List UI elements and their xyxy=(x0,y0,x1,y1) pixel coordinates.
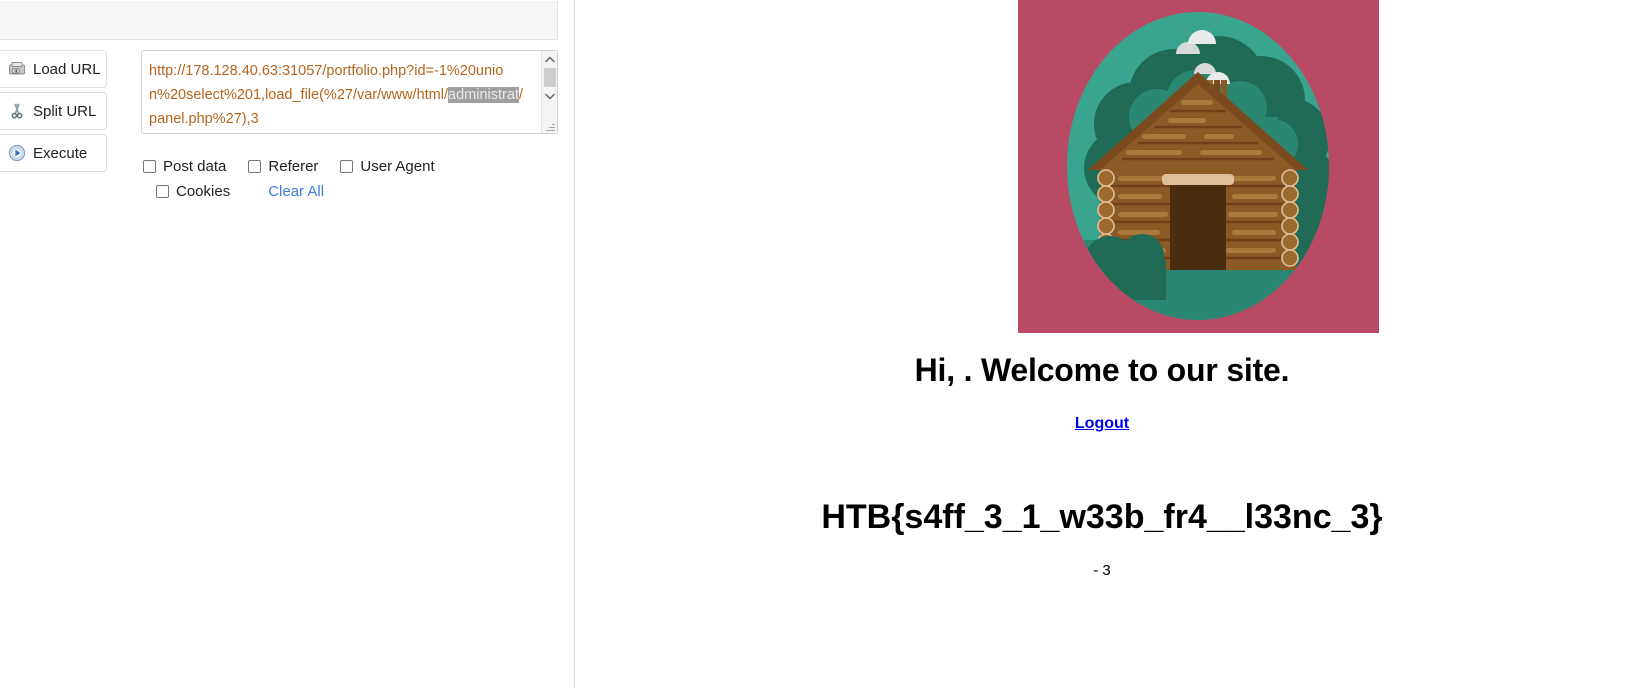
scissors-icon xyxy=(8,102,26,120)
logout-link[interactable]: Logout xyxy=(1075,415,1129,432)
url-input[interactable]: http://178.128.40.63:31057/portfolio.php… xyxy=(142,51,530,133)
load-url-label: Load URL xyxy=(33,60,101,78)
post-data-label: Post data xyxy=(163,158,227,175)
url-area: http://178.128.40.63:31057/portfolio.php… xyxy=(141,50,558,134)
user-agent-label: User Agent xyxy=(360,158,435,175)
cabin-illustration xyxy=(1018,0,1379,333)
flag-text: HTB{s4ff_3_1_w33b_fr4__l33nc_3} xyxy=(821,498,1383,536)
logout-link-wrapper: Logout xyxy=(576,415,1628,433)
record-id-text: - 3 xyxy=(1093,562,1111,579)
cookies-label: Cookies xyxy=(176,183,231,200)
options-row-1: Post data Referer User Agent xyxy=(141,154,561,179)
cookies-checkbox[interactable]: Cookies xyxy=(156,183,230,200)
checkbox-box[interactable] xyxy=(156,185,169,198)
url-text-selection: administrat xyxy=(448,87,519,103)
user-agent-checkbox[interactable]: User Agent xyxy=(340,158,435,175)
checkbox-box[interactable] xyxy=(143,160,156,173)
hackbar-options: Post data Referer User Agent Cookies Cle… xyxy=(141,154,561,204)
url-textarea-wrapper[interactable]: http://178.128.40.63:31057/portfolio.php… xyxy=(141,50,558,134)
referer-label: Referer xyxy=(268,158,319,175)
hackbar-toolbar xyxy=(0,1,558,40)
execute-label: Execute xyxy=(33,144,88,162)
split-url-label: Split URL xyxy=(33,102,97,120)
hackbar-button-column: Load URL Split URL Execute xyxy=(0,50,107,176)
load-url-icon xyxy=(8,60,26,78)
hackbar-panel: Load URL Split URL Execute http://178.12… xyxy=(0,0,575,688)
play-icon xyxy=(8,144,26,162)
chevron-up-icon[interactable] xyxy=(542,51,558,67)
post-data-checkbox[interactable]: Post data xyxy=(143,158,226,175)
chevron-down-icon[interactable] xyxy=(542,88,558,104)
load-url-button[interactable]: Load URL xyxy=(0,50,107,88)
checkbox-box[interactable] xyxy=(248,160,262,173)
scrollbar-thumb[interactable] xyxy=(544,68,556,87)
cabin-illustration-svg xyxy=(1018,0,1379,333)
checkbox-box[interactable] xyxy=(340,160,354,173)
welcome-heading: Hi, . Welcome to our site. xyxy=(914,352,1290,388)
resize-grip-icon[interactable] xyxy=(546,122,555,131)
clear-all-link[interactable]: Clear All xyxy=(268,183,324,200)
referer-checkbox[interactable]: Referer xyxy=(248,158,318,175)
url-scrollbar[interactable] xyxy=(541,51,557,133)
website-content: Hi, . Welcome to our site. Logout HTB{s4… xyxy=(576,0,1628,688)
split-url-button[interactable]: Split URL xyxy=(0,92,107,130)
execute-button[interactable]: Execute xyxy=(0,134,107,172)
browser-page: Load URL Split URL Execute http://178.12… xyxy=(0,0,1628,688)
options-row-2: Cookies Clear All xyxy=(141,179,561,204)
